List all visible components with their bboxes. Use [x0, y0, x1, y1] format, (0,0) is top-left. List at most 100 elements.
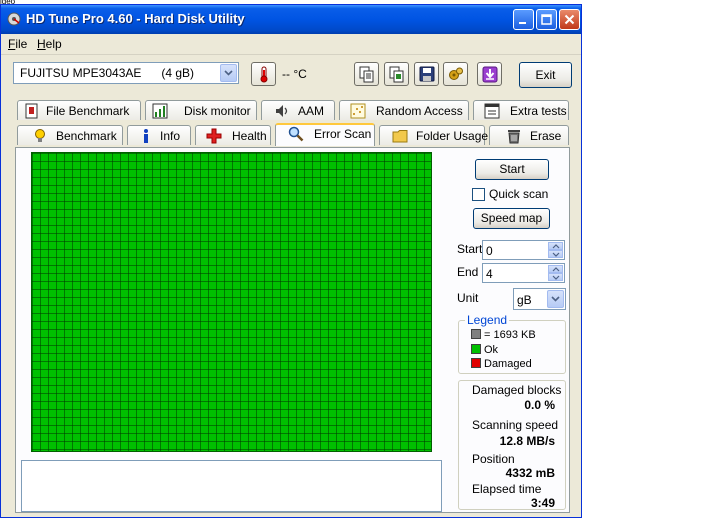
tab-folder-usage-label: Folder Usage [416, 129, 489, 143]
quick-scan-label: Quick scan [489, 187, 549, 201]
chevron-up-icon [552, 244, 560, 249]
gray-block-swatch [471, 329, 481, 339]
error-scan-block-map [31, 152, 432, 452]
legend-title: Legend [465, 313, 510, 327]
start-spin-up[interactable] [548, 242, 563, 250]
end-spin-down[interactable] [548, 273, 563, 281]
chevron-down-icon [552, 275, 560, 280]
scan-log-area[interactable] [21, 460, 442, 512]
info-icon [144, 129, 148, 143]
file-benchmark-icon [25, 103, 38, 119]
end-field-value: 4 [486, 267, 493, 281]
green-block-swatch [471, 344, 481, 354]
extra-tests-icon [484, 103, 500, 119]
tab-health-label: Health [232, 129, 267, 143]
temperature-button[interactable] [251, 62, 276, 86]
chevron-down-icon [551, 296, 560, 302]
start-spin-down[interactable] [548, 250, 563, 258]
menu-bar: File Help [1, 34, 581, 55]
elapsed-time-value: 3:49 [530, 496, 555, 510]
tab-folder-usage[interactable]: Folder Usage [379, 125, 489, 145]
unit-select[interactable]: gB [513, 288, 566, 310]
quick-scan-checkbox[interactable] [472, 188, 485, 201]
tab-extra-tests-label: Extra tests [510, 104, 567, 118]
speaker-icon [276, 105, 288, 117]
menu-file[interactable]: File [8, 37, 27, 51]
legend-block-size: = 1693 KB [471, 329, 536, 341]
save-icon [419, 66, 435, 82]
scanning-speed-value: 12.8 MB/s [499, 434, 555, 448]
health-cross-icon [206, 128, 222, 144]
title-bar[interactable]: HD Tune Pro 4.60 - Hard Disk Utility [1, 5, 581, 34]
tab-benchmark-label: Benchmark [56, 129, 117, 143]
speed-map-button[interactable]: Speed map [473, 208, 550, 229]
close-button[interactable] [559, 9, 580, 30]
window-title: HD Tune Pro 4.60 - Hard Disk Utility [26, 11, 245, 26]
minimize-icon [519, 22, 526, 24]
tab-benchmark[interactable]: Benchmark [17, 125, 123, 145]
tab-random-access[interactable]: Random Access [339, 100, 469, 120]
chevron-down-icon [224, 70, 233, 76]
exit-button[interactable]: Exit [519, 62, 572, 88]
tab-file-benchmark-label: File Benchmark [46, 104, 130, 118]
legend-box: Legend = 1693 KB Ok Damaged [458, 313, 566, 374]
legend-block-size-label: = 1693 KB [484, 329, 536, 341]
maximize-button[interactable] [536, 9, 557, 30]
tab-erase[interactable]: Erase [489, 125, 569, 145]
toolbar: FUJITSU MPE3043AE (4 gB) -- °C Exit [1, 55, 581, 97]
end-field-label: End [457, 265, 479, 279]
end-spin-up[interactable] [548, 265, 563, 273]
thermometer-icon [260, 66, 268, 83]
tab-info-label: Info [160, 129, 181, 143]
tab-error-scan[interactable]: Error Scan [275, 123, 375, 146]
damaged-blocks-label: Damaged blocks [472, 383, 562, 397]
unit-select-value: gB [517, 293, 532, 307]
scan-stats-box: Damaged blocks 0.0 % Scanning speed 12.8… [458, 380, 566, 510]
tab-disk-monitor[interactable]: Disk monitor [145, 100, 257, 120]
chevron-down-icon [552, 252, 560, 257]
tab-erase-label: Erase [530, 129, 562, 143]
disk-monitor-icon [152, 103, 168, 119]
minimize-button[interactable] [513, 9, 534, 30]
copy-screenshot-icon [389, 66, 404, 83]
tab-info[interactable]: Info [127, 125, 191, 145]
start-field-label: Start [457, 242, 483, 256]
random-access-icon [350, 103, 366, 119]
scan-controls: Start Quick scan Speed map Start 0 End 4… [456, 154, 568, 510]
tab-strip: File Benchmark Disk monitor AAM Random A… [13, 100, 569, 148]
trash-icon [508, 130, 520, 144]
options-button[interactable] [443, 62, 468, 86]
error-scan-panel: Start Quick scan Speed map Start 0 End 4… [15, 147, 570, 513]
download-button[interactable] [477, 62, 502, 86]
tab-file-benchmark[interactable]: File Benchmark [17, 100, 141, 120]
drive-select[interactable]: FUJITSU MPE3043AE (4 gB) [13, 62, 239, 84]
legend-damaged-label: Damaged [484, 358, 532, 370]
tab-aam-label: AAM [298, 104, 325, 118]
temperature-readout: -- °C [282, 67, 307, 81]
tab-extra-tests[interactable]: Extra tests [473, 100, 569, 120]
options-icon [449, 67, 463, 80]
tab-disk-monitor-label: Disk monitor [184, 104, 251, 118]
copy-screenshot-button[interactable] [384, 62, 409, 86]
legend-ok-label: Ok [484, 344, 499, 356]
start-button[interactable]: Start [475, 159, 549, 180]
menu-help[interactable]: Help [37, 37, 62, 51]
copy-text-icon [359, 66, 374, 83]
end-field[interactable]: 4 [482, 263, 565, 283]
lightbulb-icon [35, 129, 45, 142]
maximize-icon [541, 14, 552, 25]
tab-random-access-label: Random Access [376, 104, 463, 118]
drive-dropdown-button[interactable] [220, 64, 237, 82]
start-field-value: 0 [486, 244, 493, 258]
hd-tune-window: HD Tune Pro 4.60 - Hard Disk Utility Fil… [0, 4, 582, 518]
save-button[interactable] [414, 62, 439, 86]
start-field[interactable]: 0 [482, 240, 565, 260]
tab-aam[interactable]: AAM [261, 100, 335, 120]
unit-dropdown-button[interactable] [547, 290, 564, 308]
position-value: 4332 mB [505, 466, 555, 480]
tab-health[interactable]: Health [195, 125, 271, 145]
unit-label: Unit [457, 291, 479, 305]
copy-text-button[interactable] [354, 62, 379, 86]
scanning-speed-label: Scanning speed [472, 418, 559, 432]
position-label: Position [472, 452, 515, 466]
